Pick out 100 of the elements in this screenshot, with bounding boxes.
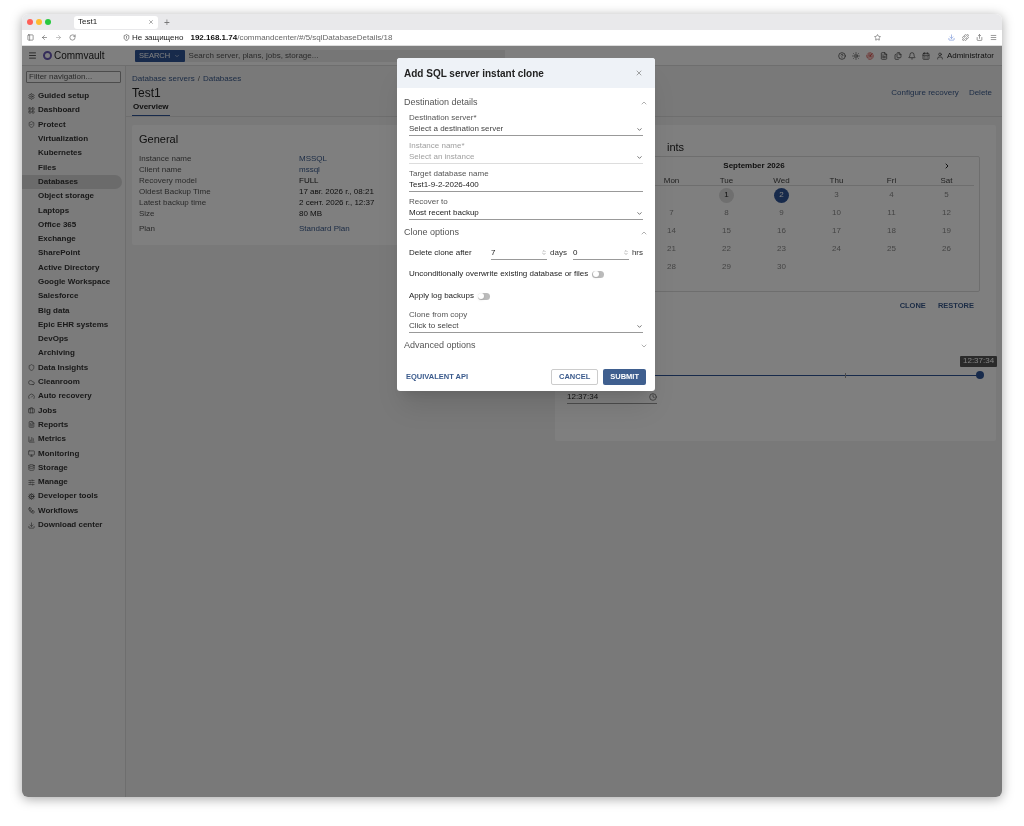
sidebar-toggle-icon[interactable] [27,34,34,41]
reload-icon[interactable] [69,34,76,41]
action-link[interactable]: Configure recovery [891,87,959,99]
weekday-label: Tue [718,175,735,187]
sidebar-item[interactable]: Download center [22,517,122,533]
document-icon [28,421,35,429]
sidebar-item[interactable]: Object storage [22,189,122,204]
sidebar-item[interactable]: Manage [22,475,122,490]
sidebar-item[interactable]: Reports [22,417,122,433]
calendar-icon[interactable] [921,51,930,60]
property-link[interactable]: MSSQL [299,153,327,165]
sidebar-item[interactable]: Protect [22,117,122,132]
input-field[interactable]: Test1-9-2-2026-400 [409,179,643,192]
search-field[interactable]: Search server, plans, jobs, storage... [184,49,505,62]
spinner-icon[interactable] [541,249,547,256]
document-icon[interactable] [879,51,888,60]
user-icon[interactable] [935,51,944,60]
section-header[interactable]: Destination details [397,94,655,112]
calendar-day[interactable]: 2 [774,187,789,203]
property-value: 2 сент. 2026 г., 12:37 [299,197,375,209]
sidebar-item[interactable]: Office 365 [22,217,122,232]
browser-tab[interactable]: Test1 [74,15,158,29]
sliders-icon [28,478,35,486]
sidebar-item[interactable]: Google Workspace [22,274,122,290]
sidebar-item[interactable]: Files [22,160,122,175]
sidebar-item[interactable]: Monitoring [22,446,122,461]
sidebar-item[interactable]: Workflows [22,503,122,518]
notifications-icon[interactable] [907,51,916,60]
tab[interactable]: Overview [132,101,170,116]
close-icon[interactable] [635,69,643,77]
property-link[interactable]: mssql [299,164,320,176]
puzzle-icon[interactable] [962,34,969,41]
section-header[interactable]: Advanced options [397,337,655,355]
calendar-day[interactable]: 1 [719,187,734,203]
number-field[interactable]: 7 [491,246,547,260]
clock-icon[interactable] [649,393,657,402]
field-label: Delete clone after [409,247,473,259]
property-value: FULL [299,175,319,187]
property-link[interactable]: Standard Plan [299,223,350,235]
sidebar-item[interactable]: Auto recovery [22,389,122,404]
minimize-window-icon[interactable] [36,19,42,25]
sidebar-item[interactable]: Guided setup [22,89,122,104]
documents-icon[interactable] [893,51,902,60]
toggle-switch[interactable] [592,270,605,278]
shield-icon [28,364,35,372]
select-field[interactable]: Most recent backup [409,207,643,220]
bookmark-icon[interactable] [874,34,881,41]
breadcrumb-link[interactable]: Database servers [132,73,195,85]
logo[interactable]: Commvault [54,48,105,63]
filter-field[interactable]: Filter navigation... [26,71,121,83]
property-label: Latest backup time [139,197,208,209]
sidebar-item[interactable]: Cleanroom [22,374,122,390]
share-icon[interactable] [976,34,983,41]
download-icon[interactable] [948,34,955,41]
sidebar-item[interactable]: Dashboard [22,103,122,118]
maximize-window-icon[interactable] [45,19,51,25]
dropdown-caret-icon [636,125,643,133]
weekday-label: Wed [772,175,791,187]
menu-icon[interactable] [990,34,997,41]
sidebar-item[interactable]: DevOps [22,332,122,347]
menu-icon[interactable] [28,51,37,60]
sidebar-item[interactable]: Storage [22,460,122,475]
slider-thumb[interactable] [976,371,984,379]
number-field[interactable]: 0 [572,246,629,260]
sidebar-item[interactable]: Big data [22,303,122,318]
sidebar-item[interactable]: Laptops [22,203,122,218]
sidebar-item[interactable]: Kubernetes [22,146,122,161]
sidebar-item[interactable]: SharePoint [22,246,122,261]
sidebar-item[interactable]: Metrics [22,432,122,447]
sidebar-item[interactable]: Exchange [22,231,122,247]
shield-check-icon [28,121,35,129]
back-icon[interactable] [41,34,48,41]
help-icon[interactable] [837,51,846,60]
section-header[interactable]: Clone options [397,224,655,242]
close-window-icon[interactable] [27,19,33,25]
breadcrumb-link[interactable]: Databases [202,73,242,85]
user-name[interactable]: Administrator [946,49,994,62]
spinner-icon[interactable] [622,249,629,256]
select-field[interactable]: Select a destination server [409,123,643,136]
close-tab-icon[interactable] [148,19,154,25]
sidebar-item[interactable]: Archiving [22,346,122,361]
sidebar-item[interactable]: Developer tools [22,489,122,504]
sidebar-item[interactable]: Virtualization [22,131,122,147]
sidebar-item[interactable]: Jobs [22,403,122,418]
new-tab-button[interactable]: + [164,14,170,30]
action-link[interactable]: Delete [968,87,992,99]
sidebar-item[interactable]: Active Directory [22,260,122,275]
address-url[interactable]: 192.168.1.74/commandcenter/#/5/sqlDatabaseDetails/18 [190,31,393,44]
security-icon[interactable] [123,34,130,41]
sun-icon[interactable] [851,51,860,60]
sidebar-item[interactable]: Epic EHR systems [22,317,122,333]
forward-icon[interactable] [55,34,62,41]
sidebar-item[interactable]: Data Insights [22,360,122,375]
sidebar-item[interactable]: Databases [22,174,122,190]
weekday-label: Mon [662,175,681,187]
sidebar-item[interactable]: Salesforce [22,289,122,304]
toggle-switch[interactable] [477,292,490,300]
select-field[interactable]: Click to select [409,320,643,333]
radar-icon[interactable] [865,51,874,60]
property-label: Instance name [139,153,193,165]
